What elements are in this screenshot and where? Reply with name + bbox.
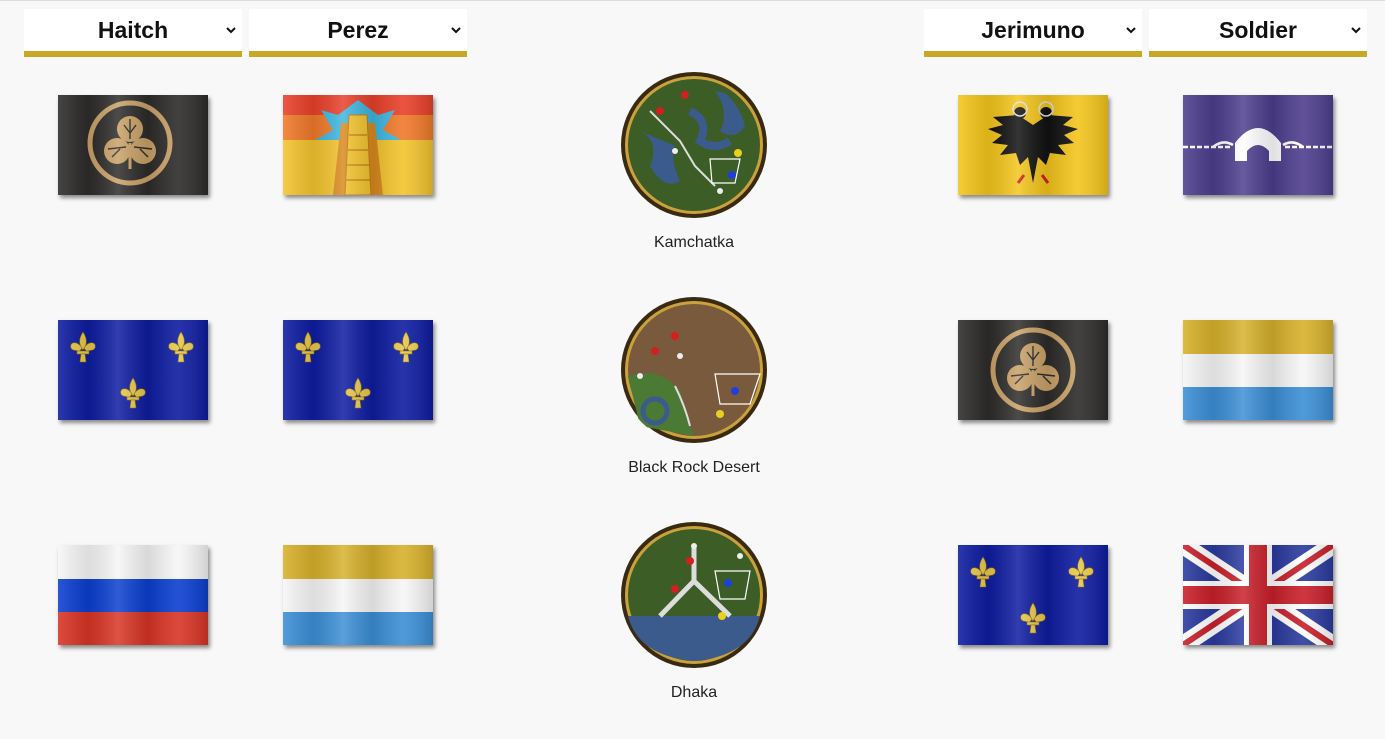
map-thumbnail-dhaka[interactable]: [620, 521, 768, 669]
flag-russia[interactable]: [58, 545, 208, 645]
chevron-down-icon: [451, 27, 461, 34]
map-thumbnail-kamchatka[interactable]: [620, 71, 768, 219]
flag-japan-mon[interactable]: [58, 95, 208, 195]
player-name: Jerimuno: [981, 17, 1085, 43]
player-select-jerimuno[interactable]: Jerimuno: [924, 9, 1142, 57]
player-select-soldier[interactable]: Soldier: [1149, 9, 1367, 57]
flag-holy-roman-eagle[interactable]: [958, 95, 1108, 195]
flag-gold-white-blue[interactable]: [283, 545, 433, 645]
flag-japan-mon[interactable]: [958, 320, 1108, 420]
flag-fleur-de-lis-blue[interactable]: [283, 320, 433, 420]
map-label: Black Rock Desert: [628, 459, 760, 476]
map-thumbnail-black-rock-desert[interactable]: [620, 296, 768, 444]
chevron-down-icon: [1351, 27, 1361, 34]
player-select-haitch[interactable]: Haitch: [24, 9, 242, 57]
flag-gold-white-blue[interactable]: [1183, 320, 1333, 420]
chevron-down-icon: [1126, 27, 1136, 34]
player-name: Perez: [327, 17, 389, 43]
map-label: Dhaka: [670, 684, 718, 701]
flag-aztec-sun-pyramid[interactable]: [283, 95, 433, 195]
map-label: Kamchatka: [653, 234, 735, 251]
chevron-down-icon: [226, 27, 236, 34]
flag-fleur-de-lis-blue[interactable]: [58, 320, 208, 420]
flag-purple-igloo[interactable]: [1183, 95, 1333, 195]
flag-union-jack[interactable]: [1183, 545, 1333, 645]
flag-fleur-de-lis-blue[interactable]: [958, 545, 1108, 645]
player-select-perez[interactable]: Perez: [249, 9, 467, 57]
player-name: Soldier: [1219, 17, 1297, 43]
player-name: Haitch: [97, 17, 169, 43]
